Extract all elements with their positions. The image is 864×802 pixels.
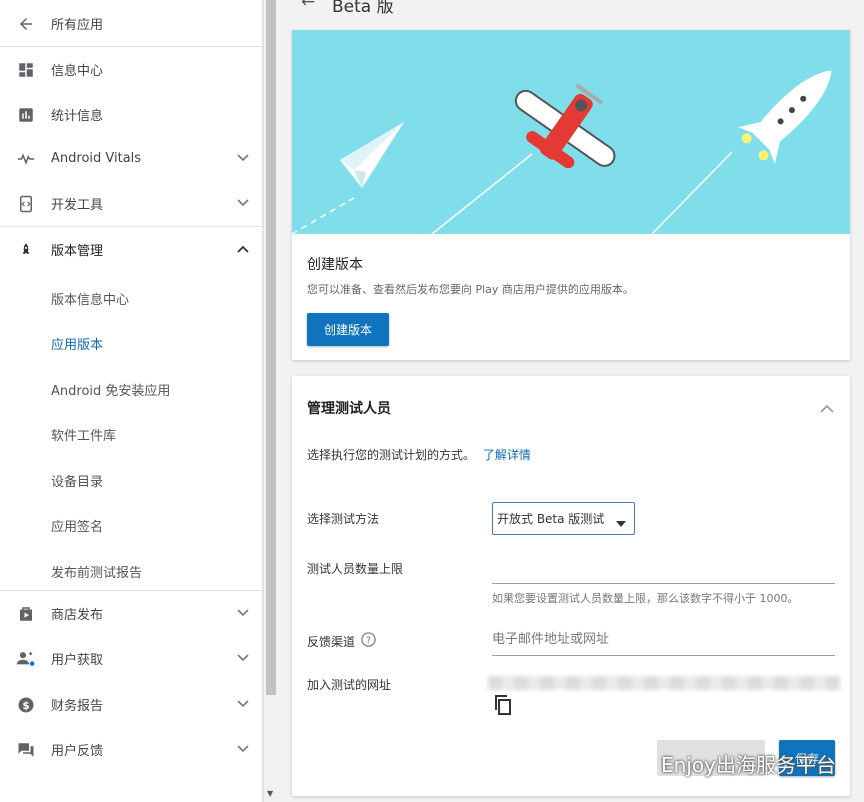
sidebar-item-android-vitals[interactable]: Android Vitals	[0, 136, 263, 181]
sidebar-item-label: 统计信息	[51, 109, 104, 124]
chevron-down-icon	[237, 607, 249, 620]
code-icon	[16, 194, 36, 214]
paper-plane-icon	[340, 122, 404, 188]
tester-limit-label: 测试人员数量上限	[307, 562, 404, 576]
sidebar-item-release-management[interactable]: 版本管理	[0, 227, 263, 272]
back-arrow-icon	[16, 14, 36, 34]
create-release-card: 创建版本 您可以准备、查看然后发布您要向 Play 商店用户提供的应用版本。 创…	[292, 30, 850, 360]
collapse-chevron-up-icon[interactable]	[820, 398, 834, 417]
sidebar-item-label: Android Vitals	[51, 151, 142, 166]
help-icon[interactable]: ?	[361, 632, 376, 650]
rocket-icon	[738, 70, 832, 164]
scroll-down-arrow-icon[interactable]: ▼	[267, 789, 273, 798]
store-icon	[16, 604, 36, 624]
tester-limit-hint: 如果您要设置测试人员数量上限，那么该数字不得小于 1000。	[492, 592, 799, 605]
hero-illustration	[292, 30, 850, 234]
sub-item-app-signing[interactable]: 应用签名	[51, 516, 103, 535]
sidebar-item-user-feedback[interactable]: 用户反馈	[0, 727, 263, 772]
airplane-icon	[514, 83, 616, 169]
testing-method-select[interactable]: 开放式 Beta 版测试	[492, 502, 635, 535]
join-url-value	[488, 676, 840, 690]
learn-more-link[interactable]: 了解详情	[483, 448, 531, 462]
chevron-down-icon	[237, 652, 249, 665]
chevron-down-icon	[237, 743, 249, 756]
sub-item-pre-launch-report[interactable]: 发布前测试报告	[51, 562, 142, 581]
feedback-channel-placeholder: 电子邮件地址或网址	[492, 632, 610, 647]
sidebar: 所有应用 信息中心 统计信息 Android Vitals 开发工具 版本管理 …	[0, 0, 263, 802]
wechat-icon	[629, 753, 654, 773]
tester-limit-input[interactable]	[492, 562, 835, 584]
svg-text:$: $	[22, 699, 29, 711]
chevron-down-icon	[237, 152, 249, 165]
sidebar-item-label: 开发工具	[51, 198, 104, 213]
pulse-icon	[16, 149, 36, 169]
sidebar-item-label: 用户获取	[51, 653, 104, 668]
chevron-down-icon	[237, 197, 249, 210]
svg-text:?: ?	[366, 635, 371, 646]
sub-item-artifact-library[interactable]: 软件工件库	[51, 425, 116, 444]
testers-intro: 选择执行您的测试计划的方式。 了解详情	[307, 446, 531, 463]
feedback-channel-label-row: 反馈渠道 ?	[307, 632, 376, 650]
watermark-text: Enjoy出海服务平台	[661, 753, 836, 777]
testers-intro-text: 选择执行您的测试计划的方式。	[307, 448, 476, 462]
manage-testers-card: 管理测试人员 选择执行您的测试计划的方式。 了解详情 选择测试方法 开放式 Be…	[292, 376, 850, 796]
sidebar-item-dashboard[interactable]: 信息中心	[0, 47, 263, 92]
sidebar-scrollbar[interactable]: ▼	[263, 0, 277, 802]
copy-icon[interactable]	[493, 694, 513, 720]
create-release-button[interactable]: 创建版本	[307, 313, 389, 346]
dollar-icon: $	[16, 695, 36, 715]
testing-method-value: 开放式 Beta 版测试	[497, 512, 605, 526]
sub-item-device-catalog[interactable]: 设备目录	[51, 471, 103, 490]
sidebar-item-statistics[interactable]: 统计信息	[0, 92, 263, 137]
sub-item-instant-apps[interactable]: Android 免安装应用	[51, 380, 170, 399]
sidebar-item-label: 版本管理	[51, 244, 104, 259]
nav-all-apps[interactable]: 所有应用	[0, 1, 263, 46]
sidebar-item-store-presence[interactable]: 商店发布	[0, 591, 263, 636]
scrollbar-thumb[interactable]	[266, 0, 276, 695]
manage-testers-title: 管理测试人员	[307, 401, 391, 417]
sidebar-item-label: 用户反馈	[51, 744, 104, 759]
chevron-down-icon	[237, 698, 249, 711]
rocket-icon	[16, 240, 36, 260]
main-content: ← Beta 版 创建版本 您可以准备、查看然后发布您要向 Play 商店用户提…	[277, 0, 864, 802]
sub-item-app-releases[interactable]: 应用版本	[51, 334, 103, 353]
watermark: Enjoy出海服务平台	[629, 749, 836, 778]
page-title: Beta 版	[332, 0, 394, 17]
chevron-up-icon	[237, 243, 249, 256]
join-url-label: 加入测试的网址	[307, 678, 392, 692]
sidebar-item-dev-tools[interactable]: 开发工具	[0, 181, 263, 226]
feedback-channel-label: 反馈渠道	[307, 634, 356, 649]
bar-chart-icon	[16, 105, 36, 125]
user-add-icon	[16, 649, 36, 669]
sidebar-item-user-acquisition[interactable]: 用户获取	[0, 636, 263, 681]
back-arrow-icon[interactable]: ←	[301, 0, 315, 12]
sub-item-release-dashboard[interactable]: 版本信息中心	[51, 289, 129, 308]
sidebar-item-label: 财务报告	[51, 699, 104, 714]
sidebar-item-label: 信息中心	[51, 64, 104, 79]
feedback-channel-input[interactable]: 电子邮件地址或网址	[492, 628, 835, 656]
sidebar-item-financial-reports[interactable]: $ 财务报告	[0, 682, 263, 727]
create-release-description: 您可以准备、查看然后发布您要向 Play 商店用户提供的应用版本。	[307, 283, 634, 296]
sidebar-item-label: 商店发布	[51, 608, 104, 623]
dropdown-arrow-icon	[616, 516, 626, 530]
create-release-title: 创建版本	[307, 257, 363, 273]
feedback-icon	[16, 740, 36, 760]
dashboard-icon	[16, 60, 36, 80]
testing-method-label: 选择测试方法	[307, 512, 380, 526]
nav-all-apps-label: 所有应用	[51, 18, 104, 33]
